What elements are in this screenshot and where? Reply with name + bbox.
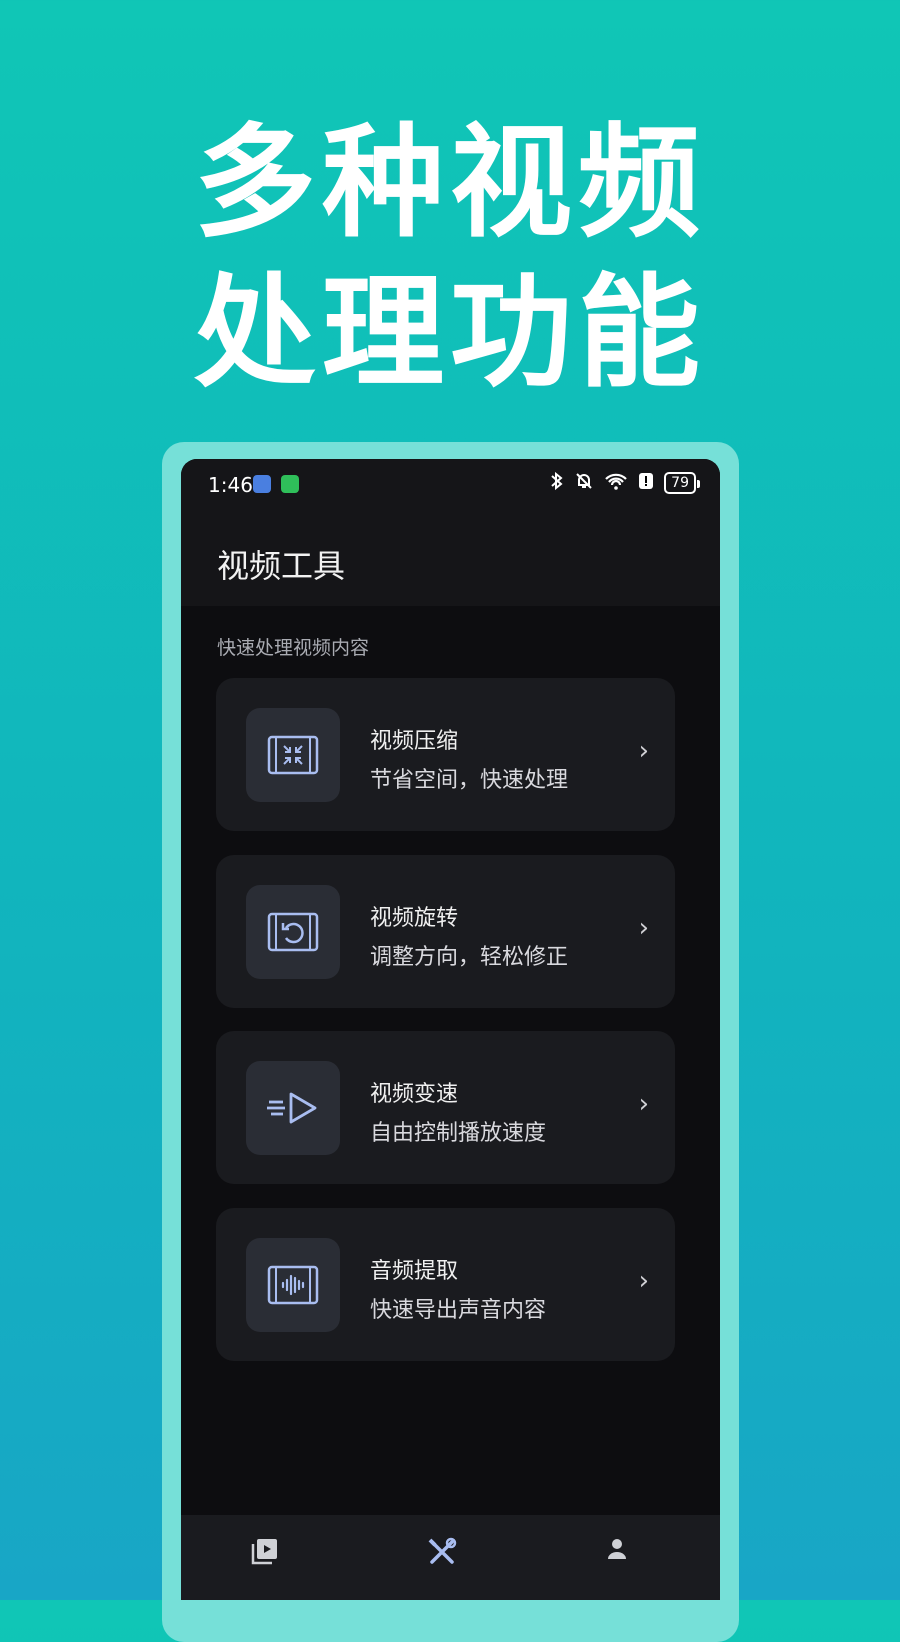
audio-wave-icon	[246, 1238, 340, 1332]
card-video-rotate[interactable]: 视频旋转 调整方向，轻松修正 ›	[216, 855, 675, 1008]
card-audio-extract[interactable]: 音频提取 快速导出声音内容 ›	[216, 1208, 675, 1361]
status-bar: 1:46 79	[181, 459, 720, 509]
card-description: 节省空间，快速处理	[370, 768, 569, 793]
card-title: 视频压缩	[370, 729, 459, 754]
chevron-right-icon: ›	[638, 1089, 649, 1119]
card-title: 音频提取	[370, 1259, 459, 1284]
alert-icon	[638, 471, 654, 495]
chevron-right-icon: ›	[638, 736, 649, 766]
headline-line-2: 处理功能	[194, 262, 706, 404]
usb-icon	[253, 475, 271, 493]
battery-saver-icon	[281, 475, 299, 493]
card-description: 自由控制播放速度	[370, 1121, 547, 1146]
bluetooth-icon	[550, 471, 564, 495]
speed-icon	[246, 1061, 340, 1155]
card-description: 调整方向，轻松修正	[370, 945, 569, 970]
video-library-icon[interactable]	[251, 1537, 279, 1569]
card-description: 快速导出声音内容	[370, 1298, 547, 1323]
app-bar: 视频工具	[181, 509, 720, 606]
promo-headline: 多种视频 处理功能	[0, 108, 900, 408]
tools-icon[interactable]	[427, 1537, 457, 1571]
status-time: 1:46	[208, 473, 253, 497]
card-video-speed[interactable]: 视频变速 自由控制播放速度 ›	[216, 1031, 675, 1184]
wifi-icon	[604, 471, 628, 495]
battery-indicator: 79	[664, 472, 700, 494]
chevron-right-icon: ›	[638, 913, 649, 943]
rotate-icon	[246, 885, 340, 979]
page-title: 视频工具	[217, 547, 346, 585]
card-title: 视频旋转	[370, 906, 459, 931]
mute-icon	[574, 471, 594, 495]
card-title: 视频变速	[370, 1082, 459, 1107]
headline-line-1: 多种视频	[194, 112, 706, 254]
compress-icon	[246, 708, 340, 802]
profile-icon[interactable]	[605, 1537, 629, 1565]
chevron-right-icon: ›	[638, 1266, 649, 1296]
bottom-navigation	[181, 1515, 720, 1600]
section-subtitle: 快速处理视频内容	[217, 637, 370, 659]
tools-content: 快速处理视频内容 视频压缩 节省空间，快速处理 › 视频旋转 调整方向，轻松修正…	[181, 606, 720, 1598]
phone-screen: 1:46 79 视频工具 快速处理视频内容 视频压缩 节省空间，快速处理 › 视…	[181, 459, 720, 1600]
card-video-compress[interactable]: 视频压缩 节省空间，快速处理 ›	[216, 678, 675, 831]
